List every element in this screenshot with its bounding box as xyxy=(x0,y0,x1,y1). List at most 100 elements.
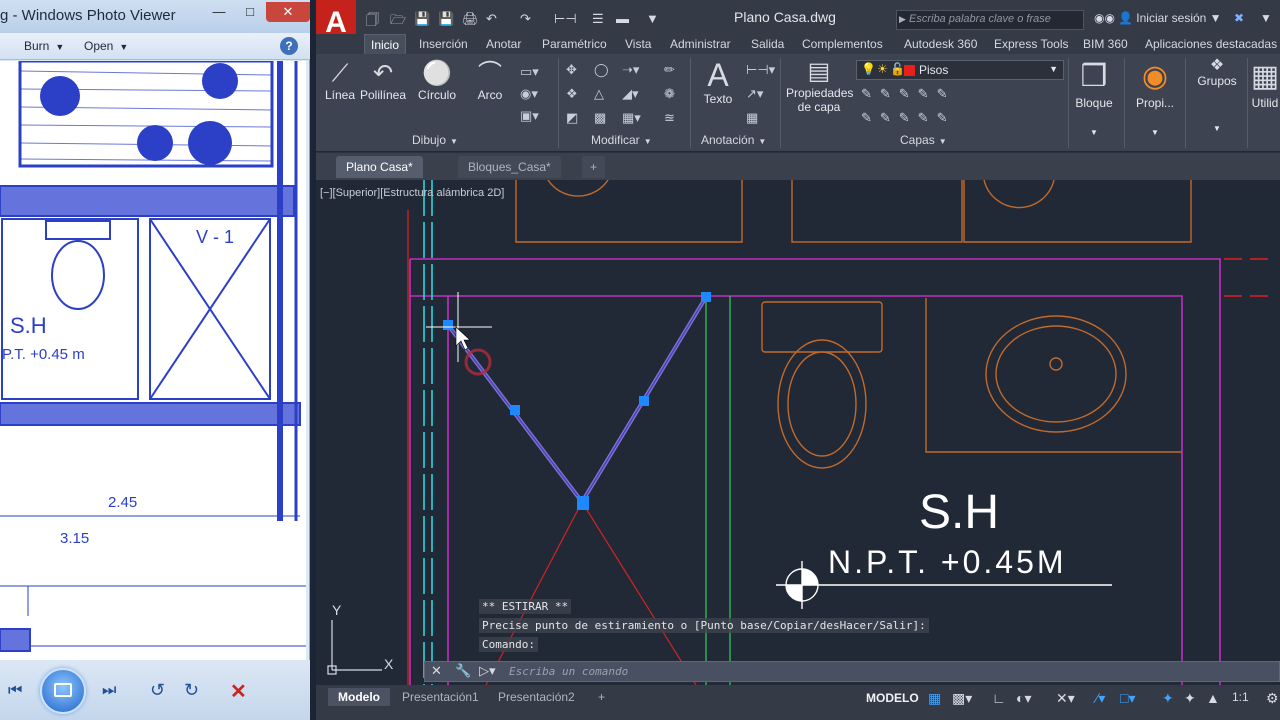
help-dropdown-icon[interactable]: ▼ xyxy=(1260,11,1272,25)
selection-cycling-icon[interactable]: □▾ xyxy=(1120,690,1135,707)
erase-icon[interactable]: ✏ xyxy=(664,62,675,78)
layer-tools-row-1[interactable]: ✎✎✎✎✎ xyxy=(861,86,955,102)
polar-icon[interactable]: ◐▾ xyxy=(1016,690,1031,707)
auto-scale-icon[interactable]: ✦ xyxy=(1184,690,1196,707)
slideshow-button[interactable] xyxy=(40,668,86,714)
rotate-cw-icon[interactable]: ↻ xyxy=(184,680,199,701)
command-prompt-icon[interactable]: ▷▾ xyxy=(479,663,496,679)
layout-tab-presentacion1[interactable]: Presentación1 xyxy=(392,688,489,706)
close-command-icon[interactable]: ✕ xyxy=(431,663,442,679)
close-icon[interactable]: ✕ xyxy=(266,2,310,22)
tab-salida[interactable]: Salida xyxy=(751,37,784,51)
dimension-icon[interactable]: ⊢⊣▾ xyxy=(746,62,775,78)
array-icon[interactable]: ▦▾ xyxy=(622,110,641,126)
maximize-icon[interactable]: □ xyxy=(237,2,263,22)
command-line[interactable]: ✕ 🔧 ▷▾ Escriba un comando xyxy=(424,661,1280,682)
tab-aplicaciones-destacadas[interactable]: Aplicaciones destacadas xyxy=(1145,37,1277,51)
open-menu[interactable]: Open ▼ xyxy=(84,39,128,53)
annotation-scale-icon[interactable]: ▲ xyxy=(1206,690,1220,706)
tab-parametrico[interactable]: Paramétrico xyxy=(542,37,607,51)
tab-insercion[interactable]: Inserción xyxy=(419,37,468,51)
layout-tab-presentacion2[interactable]: Presentación2 xyxy=(488,688,585,706)
sign-in-button[interactable]: 👤 Iniciar sesión ▼ xyxy=(1118,11,1222,25)
offset-icon[interactable]: ≊ xyxy=(664,110,675,126)
layer-properties-button[interactable]: ▤ Propiedades de capa xyxy=(786,58,853,114)
panel-dibujo[interactable]: Dibujo ▼ xyxy=(412,133,458,147)
match-properties-icon[interactable]: ⊢⊣ xyxy=(554,11,577,27)
leader-icon[interactable]: ↗▾ xyxy=(746,86,763,102)
utilities-button[interactable]: ▦ Utilid xyxy=(1250,58,1280,110)
tab-bim-360[interactable]: BIM 360 xyxy=(1083,37,1128,51)
groups-button[interactable]: ❖ Grupos ▼ xyxy=(1189,58,1245,134)
text-button[interactable]: A Texto xyxy=(698,58,738,106)
burn-menu[interactable]: Burn ▼ xyxy=(24,39,64,53)
redo-icon[interactable]: ↷ xyxy=(520,11,531,27)
new-icon[interactable]: 🗍 xyxy=(366,11,379,33)
model-space-button[interactable]: MODELO xyxy=(866,691,919,705)
mirror-icon[interactable]: △ xyxy=(594,86,604,102)
line-button[interactable]: ⟋ Línea xyxy=(320,60,360,102)
explode-icon[interactable]: ❁ xyxy=(664,86,675,102)
tab-complementos[interactable]: Complementos xyxy=(802,37,883,51)
lineweight-icon[interactable]: ∕▾ xyxy=(1096,690,1105,707)
save-icon[interactable]: 💾 xyxy=(414,11,430,27)
rotate-icon[interactable]: ◯ xyxy=(594,62,609,78)
layout-tab-modelo[interactable]: Modelo xyxy=(328,688,390,706)
move-icon[interactable]: ✥ xyxy=(566,62,577,78)
tab-anotar[interactable]: Anotar xyxy=(486,37,521,51)
properties-button[interactable]: ◉ Propi... ▼ xyxy=(1131,58,1179,137)
osnap-tracking-icon[interactable]: ✕▾ xyxy=(1056,690,1075,707)
grid-icon[interactable]: ▦ xyxy=(928,690,941,707)
customize-qat-icon[interactable]: ▼ xyxy=(646,11,659,26)
minimize-icon[interactable]: — xyxy=(206,2,232,22)
hatch-icon[interactable]: ◉▾ xyxy=(520,86,538,102)
viewport-controls-label[interactable]: [−][Superior][Estructura alámbrica 2D] xyxy=(320,187,504,199)
panel-modificar[interactable]: Modificar ▼ xyxy=(591,133,652,147)
save-as-icon[interactable]: 💾 xyxy=(438,11,454,27)
print-icon[interactable]: 🖨 xyxy=(462,11,479,27)
trim-icon[interactable]: ➝▾ xyxy=(622,62,639,78)
rectangle-icon[interactable]: ▭▾ xyxy=(520,64,539,80)
gear-icon[interactable]: ⚙ xyxy=(1266,690,1279,707)
layer-icon[interactable]: ▬ xyxy=(616,11,629,26)
ortho-icon[interactable]: ∟ xyxy=(992,690,1006,706)
stretch-icon[interactable]: ◩ xyxy=(566,110,578,126)
panel-capas[interactable]: Capas ▼ xyxy=(900,133,947,147)
annotation-scale-value[interactable]: 1:1 xyxy=(1232,690,1249,704)
new-tab-icon[interactable]: + xyxy=(582,156,606,178)
previous-icon[interactable]: ⏮ xyxy=(8,682,22,700)
delete-icon[interactable]: ✕ xyxy=(230,679,247,704)
annotation-visibility-icon[interactable]: ✦ xyxy=(1162,690,1174,707)
doc-tab-bloques-casa[interactable]: Bloques_Casa* xyxy=(458,156,561,178)
snap-icon[interactable]: ▩▾ xyxy=(952,690,972,707)
command-input[interactable]: Escriba un comando xyxy=(509,665,628,678)
open-icon[interactable]: 🗁 xyxy=(390,11,406,33)
fillet-icon[interactable]: ◢▾ xyxy=(622,86,639,102)
doc-tab-plano-casa[interactable]: Plano Casa* xyxy=(336,156,423,178)
circle-button[interactable]: ⚪ Círculo xyxy=(414,60,460,102)
exchange-icon[interactable]: ✖ xyxy=(1234,11,1244,25)
tab-vista[interactable]: Vista xyxy=(625,37,651,51)
drawing-viewport[interactable]: S.H N.P.T. +0.45M Y X [−][Superior][Estr… xyxy=(316,180,1280,685)
workspace-icon[interactable]: ☰ xyxy=(592,11,604,27)
tab-inicio[interactable]: Inicio xyxy=(364,34,407,54)
tab-autodesk-360[interactable]: Autodesk 360 xyxy=(904,37,977,51)
arc-button[interactable]: ⌒ Arco xyxy=(470,60,510,102)
scale-icon[interactable]: ▩ xyxy=(594,110,606,126)
panel-anotacion[interactable]: Anotación ▼ xyxy=(701,133,766,147)
new-layout-icon[interactable]: + xyxy=(588,688,615,706)
undo-icon[interactable]: ↶ xyxy=(486,11,497,27)
copy-icon[interactable]: ❖ xyxy=(566,86,578,102)
table-icon[interactable]: ▦ xyxy=(746,110,758,126)
polyline-button[interactable]: ↶ Polilínea xyxy=(360,60,406,102)
next-icon[interactable]: ⏭ xyxy=(102,682,116,700)
block-button[interactable]: ❒ Bloque ▼ xyxy=(1072,58,1116,137)
tab-administrar[interactable]: Administrar xyxy=(670,37,731,51)
region-icon[interactable]: ▣▾ xyxy=(520,108,539,124)
help-icon[interactable]: ? xyxy=(280,37,298,55)
layer-dropdown[interactable]: 💡 ☀ 🔓 Pisos ▼ xyxy=(856,60,1064,80)
wrench-icon[interactable]: 🔧 xyxy=(455,663,471,679)
rotate-ccw-icon[interactable]: ↺ xyxy=(150,680,165,701)
layer-tools-row-2[interactable]: ✎✎✎✎✎ xyxy=(861,110,955,126)
tab-express-tools[interactable]: Express Tools xyxy=(994,37,1068,51)
